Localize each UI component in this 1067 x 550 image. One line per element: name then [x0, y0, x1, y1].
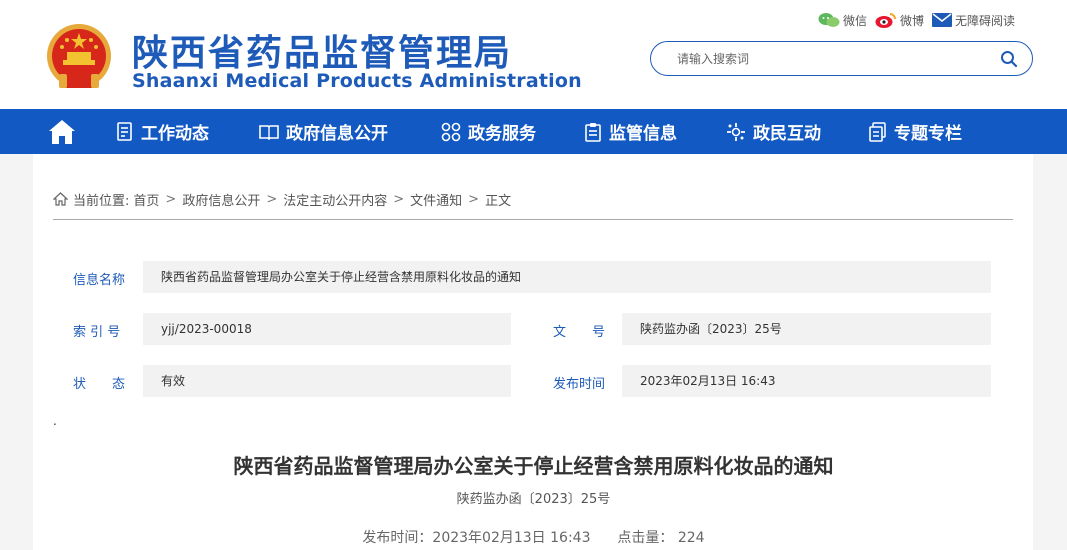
nav-item-label: 政民互动	[753, 124, 821, 144]
nav-item-label: 工作动态	[141, 124, 209, 144]
meta-date-value: 2023年02月13日 16:43	[622, 365, 991, 397]
nav-item-gov-service[interactable]: 政务服务	[441, 109, 536, 154]
publish-time: 发布时间：2023年02月13日 16:43	[362, 530, 591, 546]
meta-name-value: 陕西省药品监督管理局办公室关于停止经营含禁用原料化妆品的通知	[143, 261, 991, 293]
folder-pages-icon	[869, 121, 886, 142]
weibo-icon	[875, 13, 897, 28]
site-title: 陕西省药品监督管理局	[132, 33, 513, 74]
breadcrumb-separator: >	[165, 191, 177, 207]
search-button[interactable]	[1000, 50, 1018, 68]
wechat-link[interactable]: 微信	[818, 12, 867, 29]
breadcrumb-gov-info[interactable]: 政府信息公开	[182, 190, 260, 209]
meta-docno-label: 文 号	[553, 325, 606, 340]
document-list-icon	[117, 121, 132, 141]
meta-date-label: 发布时间	[553, 377, 606, 392]
accessibility-link[interactable]: 无障碍阅读	[932, 12, 1015, 29]
article-doc-number: 陕药监办函〔2023〕25号	[456, 492, 611, 507]
interaction-icon	[727, 122, 745, 141]
meta-index-label: 索 引 号	[73, 325, 121, 340]
breadcrumb-divider	[53, 219, 1013, 220]
top-links: 微信 微博 无障碍阅读	[818, 10, 1023, 30]
meta-index-value: yjj/2023-00018	[143, 313, 511, 345]
weibo-label: 微博	[900, 13, 925, 28]
wechat-label: 微信	[843, 13, 868, 28]
breadcrumb-separator: >	[393, 191, 405, 207]
clipboard-icon	[585, 122, 601, 142]
meta-status-label: 状 态	[73, 377, 126, 392]
breadcrumb-notices[interactable]: 文件通知	[410, 190, 462, 209]
weibo-link[interactable]: 微博	[875, 11, 924, 29]
wechat-icon	[818, 13, 840, 27]
breadcrumb-prefix: 当前位置:	[73, 193, 130, 209]
breadcrumb-separator: >	[266, 191, 278, 207]
meta-name-label: 信息名称	[73, 273, 126, 288]
search-input[interactable]	[677, 50, 977, 68]
nav-item-special[interactable]: 专题专栏	[869, 109, 962, 154]
national-emblem-icon[interactable]	[45, 22, 113, 94]
accessibility-mail-icon	[932, 13, 953, 27]
site-header: 陕西省药品监督管理局 Shaanxi Medical Products Admi…	[0, 0, 1067, 109]
meta-status-value: 有效	[143, 365, 511, 397]
article-title: 陕西省药品监督管理局办公室关于停止经营含禁用原料化妆品的通知	[233, 454, 834, 478]
breadcrumb-statutory[interactable]: 法定主动公开内容	[283, 190, 387, 209]
hits-value: 224	[677, 530, 705, 546]
home-icon	[49, 120, 75, 144]
open-book-icon	[259, 124, 279, 140]
breadcrumb: 当前位置: 首页 > 政府信息公开 > 法定主动公开内容 > 文件通知 > 正文	[53, 190, 512, 209]
nav-item-label: 政务服务	[468, 124, 536, 144]
search-icon	[1001, 51, 1018, 68]
nav-item-label: 专题专栏	[894, 124, 962, 144]
nav-item-gov-info[interactable]: 政府信息公开	[259, 109, 388, 154]
breadcrumb-home[interactable]: 首页	[133, 190, 159, 209]
nav-home-button[interactable]	[47, 118, 77, 146]
nav-item-label: 监管信息	[609, 124, 677, 144]
search-box	[650, 41, 1033, 76]
article-stats: 发布时间：2023年02月13日 16:43 点击量： 224	[0, 527, 1067, 547]
stray-mark: .	[53, 414, 57, 428]
main-nav: 工作动态 政府信息公开 政务服务 监管信息 政民互动 专题专栏	[0, 109, 1067, 154]
nav-item-supervision[interactable]: 监管信息	[584, 109, 677, 154]
grid-circles-icon	[441, 122, 461, 141]
meta-docno-value: 陕药监办函〔2023〕25号	[622, 313, 991, 345]
nav-item-work-news[interactable]: 工作动态	[116, 109, 209, 154]
nav-item-interaction[interactable]: 政民互动	[726, 109, 821, 154]
breadcrumb-current: 正文	[485, 193, 512, 209]
hits-label: 点击量：	[617, 530, 674, 546]
breadcrumb-separator: >	[468, 191, 480, 207]
home-icon	[53, 192, 68, 206]
nav-item-label: 政府信息公开	[286, 124, 388, 144]
site-title-english: Shaanxi Medical Products Administration	[132, 70, 582, 92]
accessibility-label: 无障碍阅读	[955, 13, 1016, 28]
